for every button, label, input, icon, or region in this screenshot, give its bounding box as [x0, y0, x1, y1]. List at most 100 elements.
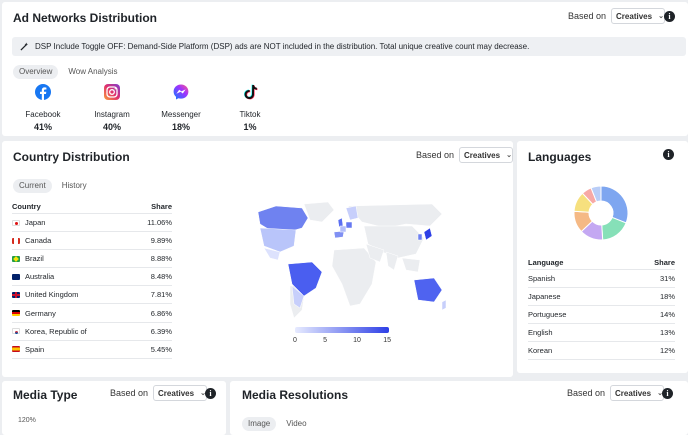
country-share: 9.89% — [150, 236, 172, 246]
table-row[interactable]: Brazil 8.88% — [12, 250, 172, 269]
column-language: Language — [528, 258, 564, 267]
table-row[interactable]: Korea, Republic of 6.39% — [12, 323, 172, 341]
map-region-new-zealand — [441, 299, 447, 311]
tab-video[interactable]: Video — [280, 417, 312, 431]
country-name: Germany — [25, 308, 56, 318]
map-region-japan — [423, 227, 433, 241]
magic-wand-icon — [20, 42, 29, 51]
y-axis-label: 120% — [18, 417, 36, 424]
media-type-based-on: Based on Creatives ⌄ — [110, 385, 208, 401]
germany-flag-icon — [12, 310, 20, 317]
table-row[interactable]: Japanese 18% — [528, 288, 675, 307]
media-resolutions-card: Media Resolutions Based on Creatives ⌄ i… — [230, 381, 688, 435]
facebook-icon — [35, 84, 51, 100]
country-name: Brazil — [25, 254, 44, 264]
map-region-australia — [413, 277, 443, 303]
table-row[interactable]: United Kingdom 7.81% — [12, 286, 172, 305]
country-name: Australia — [25, 272, 55, 282]
based-on-label: Based on — [567, 388, 606, 398]
select-value: Creatives — [615, 388, 652, 398]
ad-networks-tabs: Overview Wow Analysis — [13, 65, 124, 79]
media-type-based-on-select[interactable]: Creatives ⌄ — [153, 385, 208, 401]
info-icon[interactable]: i — [205, 388, 216, 399]
country-share: 6.39% — [150, 326, 172, 336]
country-name: Japan — [25, 218, 46, 228]
tab-image[interactable]: Image — [242, 417, 277, 431]
network-facebook: Facebook 41% — [18, 84, 68, 132]
language-share: 31% — [659, 274, 675, 284]
network-name: Tiktok — [239, 110, 261, 119]
united-kingdom-flag-icon — [12, 291, 20, 298]
tiktok-icon — [244, 84, 258, 100]
network-share: 1% — [243, 122, 257, 132]
table-header: Language Share — [528, 256, 675, 270]
language-share: 12% — [659, 346, 675, 356]
country-based-on: Based on Creatives ⌄ — [416, 147, 513, 163]
table-row[interactable]: Portuguese 14% — [528, 306, 675, 325]
media-resolutions-title: Media Resolutions — [242, 388, 349, 402]
media-type-title: Media Type — [13, 388, 78, 402]
languages-donut-chart[interactable] — [573, 185, 629, 241]
world-map[interactable] — [236, 200, 448, 320]
messenger-icon — [173, 84, 189, 100]
ad-networks-title: Ad Networks Distribution — [13, 11, 158, 25]
map-legend-gradient — [295, 327, 389, 333]
korea-flag-icon — [12, 328, 20, 335]
network-tiktok: Tiktok 1% — [225, 84, 275, 132]
media-resolutions-tabs: Image Video — [242, 417, 313, 431]
map-region-germany — [345, 221, 353, 229]
spain-flag-icon — [12, 346, 20, 353]
table-header: Country Share — [12, 200, 172, 214]
column-share: Share — [654, 258, 675, 267]
media-resolutions-based-on-select[interactable]: Creatives ⌄ — [610, 385, 665, 401]
table-row[interactable]: Australia 8.48% — [12, 268, 172, 287]
instagram-icon — [104, 84, 120, 100]
tab-overview[interactable]: Overview — [13, 65, 59, 79]
map-region-korea — [417, 233, 423, 241]
map-region-greenland — [303, 201, 335, 223]
select-value: Creatives — [464, 150, 501, 160]
table-row[interactable]: Canada 9.89% — [12, 232, 172, 251]
language-share: 13% — [659, 328, 675, 338]
info-icon[interactable]: i — [662, 388, 673, 399]
table-row[interactable]: English 13% — [528, 324, 675, 343]
based-on-label: Based on — [110, 388, 149, 398]
table-row[interactable]: Korean 12% — [528, 342, 675, 361]
languages-table: Language Share Spanish 31% Japanese 18% … — [528, 256, 675, 370]
country-based-on-select[interactable]: Creatives ⌄ — [459, 147, 513, 163]
country-distribution-title: Country Distribution — [13, 150, 130, 164]
dsp-notice-text: DSP Include Toggle OFF: Demand-Side Plat… — [35, 42, 530, 51]
language-share: 18% — [659, 292, 675, 302]
tab-wow-analysis[interactable]: Wow Analysis — [62, 65, 123, 79]
languages-title: Languages — [528, 150, 592, 164]
network-instagram: Instagram 40% — [87, 84, 137, 132]
table-row[interactable]: Japan 11.06% — [12, 214, 172, 233]
ad-networks-based-on: Based on Creatives ⌄ — [568, 8, 666, 24]
country-share: 7.81% — [150, 290, 172, 300]
tab-history[interactable]: History — [56, 179, 93, 193]
country-name: United Kingdom — [25, 290, 79, 300]
country-share: 8.48% — [150, 272, 172, 282]
australia-flag-icon — [12, 273, 20, 280]
country-share: 11.06% — [147, 218, 172, 228]
media-type-card: Media Type Based on Creatives ⌄ i 120% — [2, 381, 226, 435]
language-name: Portuguese — [528, 310, 567, 320]
network-name: Facebook — [25, 110, 61, 119]
ad-networks-based-on-select[interactable]: Creatives ⌄ — [611, 8, 666, 24]
map-legend: 0 5 10 15 — [293, 327, 391, 347]
table-row[interactable]: Spain 5.45% — [12, 341, 172, 359]
info-icon[interactable]: i — [664, 11, 675, 22]
network-share: 40% — [102, 122, 121, 132]
donut-slice[interactable] — [600, 185, 629, 224]
language-share: 14% — [659, 310, 675, 320]
canada-flag-icon — [12, 237, 20, 244]
chevron-down-icon: ⌄ — [506, 152, 512, 159]
legend-tick: 10 — [353, 337, 361, 344]
tab-current[interactable]: Current — [13, 179, 52, 193]
table-row[interactable]: Germany 6.86% — [12, 304, 172, 323]
table-row[interactable]: Spanish 31% — [528, 270, 675, 289]
based-on-label: Based on — [416, 150, 455, 160]
select-value: Creatives — [616, 11, 653, 21]
brazil-flag-icon — [12, 255, 20, 262]
info-icon[interactable]: i — [663, 149, 674, 160]
